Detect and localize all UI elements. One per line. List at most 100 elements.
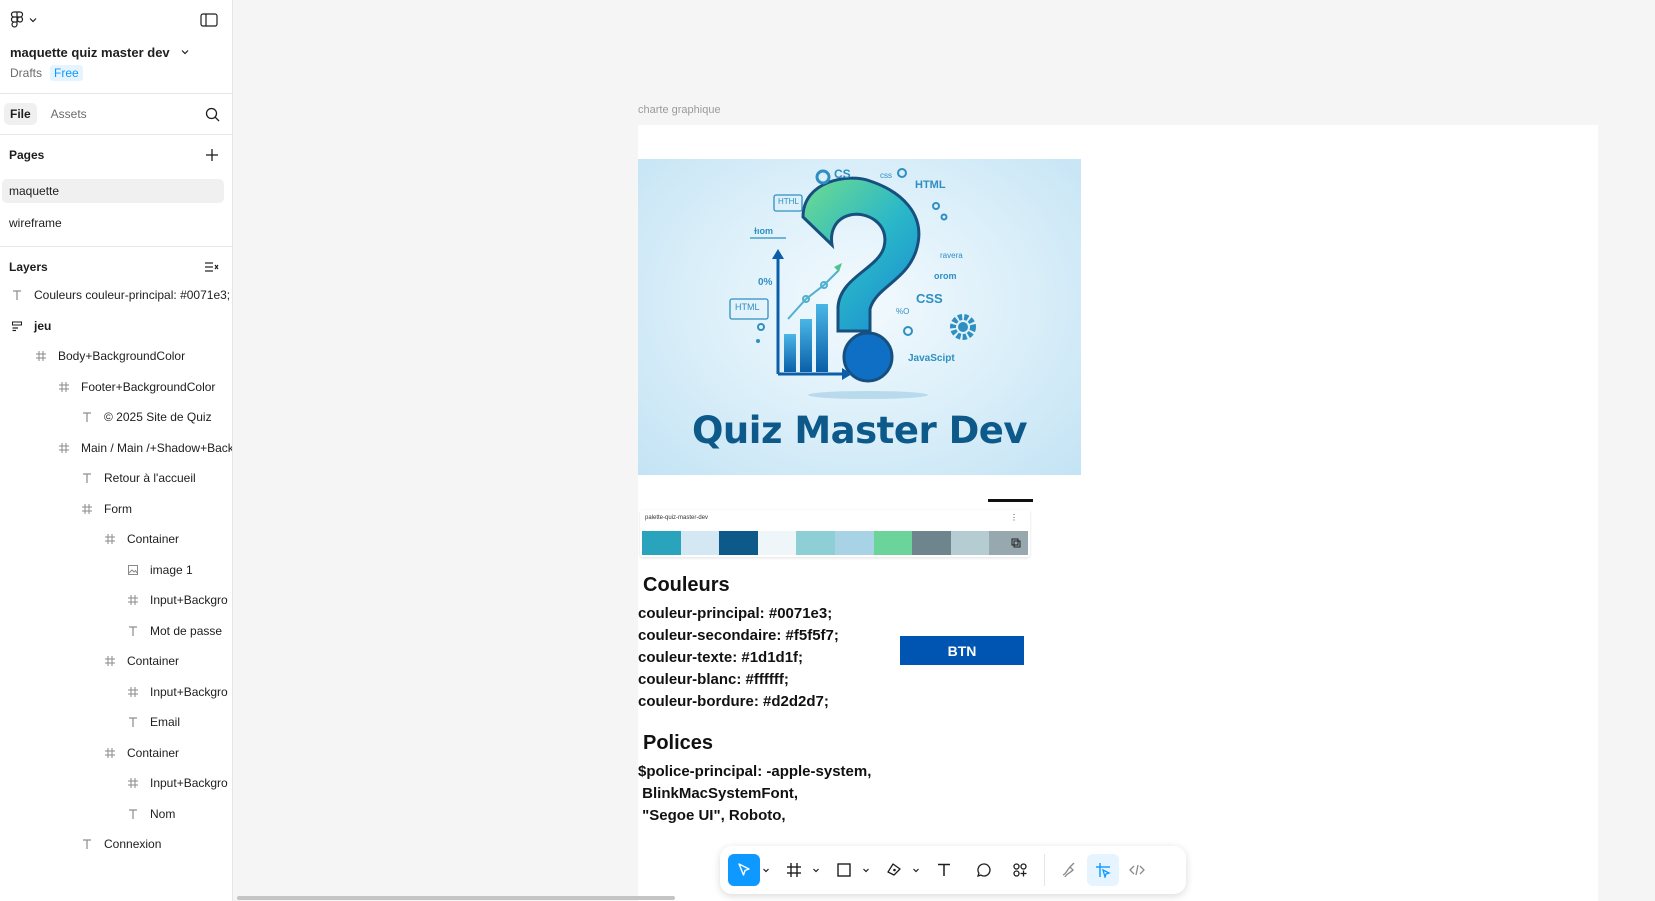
search-layers-button[interactable] [202,104,222,124]
shape-tool-button[interactable] [828,854,860,886]
layer-row[interactable]: Mot de passe [126,621,222,641]
add-page-button[interactable] [202,145,222,165]
copy-icon[interactable] [1011,538,1021,548]
page-item-label: maquette [9,184,60,198]
color-swatch[interactable] [912,531,951,555]
layer-row[interactable]: Input+Backgro [126,773,228,793]
layer-row[interactable]: Container [103,529,179,549]
file-title-row[interactable]: maquette quiz master dev [10,42,190,62]
police-line: "Segoe UI", Roboto, [638,807,786,824]
layer-label: Footer+BackgroundColor [81,380,216,394]
color-swatch[interactable] [796,531,835,555]
collapse-layers-button[interactable] [202,257,222,277]
color-swatch[interactable] [950,531,990,555]
toggle-sidebar-button[interactable] [198,10,220,30]
rectangle-icon [837,863,851,877]
layer-row[interactable]: Container [103,743,179,763]
layer-row[interactable]: Footer+BackgroundColor [57,377,215,397]
color-swatch[interactable] [680,531,720,555]
palette-card[interactable]: palette-quiz-master-dev ⋮ [640,510,1030,557]
frame-icon [103,532,117,546]
layer-row[interactable]: Body+BackgroundColor [34,346,185,366]
layer-row[interactable]: Form [80,499,132,519]
tab-assets[interactable]: Assets [45,103,93,125]
color-swatch[interactable] [873,531,913,555]
frame-tool-menu[interactable] [810,854,822,886]
hash-frame-icon [787,863,801,877]
tag-javascript: JavaScipt [908,353,955,364]
layer-label: Container [127,654,180,668]
comment-tool-button[interactable] [968,854,1000,886]
file-title: maquette quiz master dev [10,44,170,60]
color-swatch[interactable] [642,531,681,555]
layer-row[interactable]: Connexion [80,834,161,854]
text-tool-button[interactable] [928,854,960,886]
layer-label: Mot de passe [150,624,223,638]
file-location[interactable]: Drafts [10,66,42,80]
comment-icon [976,863,991,878]
frame-label[interactable]: charte graphique [638,104,721,116]
layer-row[interactable]: Main / Main /+Shadow+Backg [57,438,233,458]
text-icon [126,624,140,638]
layer-row[interactable]: Email [126,712,180,732]
layer-label: Main / Main /+Shadow+Backg [81,441,233,455]
frame-icon [126,593,140,607]
tab-file[interactable]: File [4,103,37,125]
layer-row[interactable]: Input+Backgro [126,682,228,702]
draw-mode-button[interactable] [1053,854,1085,886]
layer-row[interactable]: Couleurs couleur-principal: #0071e3; c [10,285,232,305]
frame-icon [126,776,140,790]
frame-icon [103,746,117,760]
page-item-wireframe[interactable]: wireframe [2,211,224,235]
color-swatch[interactable] [757,531,797,555]
chevron-down-icon [29,18,37,23]
shape-tool-menu[interactable] [860,854,872,886]
frame-tool-button[interactable] [778,854,810,886]
tag-css: CSS [916,291,943,306]
color-swatch[interactable] [719,531,758,555]
layer-row[interactable]: Input+Backgro [126,590,228,610]
layer-row[interactable]: Nom [126,804,175,824]
layer-label: Input+Backgro [150,685,228,699]
layer-label: Input+Backgro [150,593,228,607]
plus-icon [206,149,218,161]
charte-graphique-frame[interactable]: CS css HTML HTHL ɫıom 0% HTML ravera oro… [638,125,1598,901]
move-tool-button[interactable] [728,854,760,886]
page-item-maquette[interactable]: maquette [2,179,224,203]
plan-badge[interactable]: Free [50,65,83,81]
design-mode-button[interactable] [1087,854,1119,886]
tag-dom: ɫıom [754,226,773,236]
chevron-down-icon [813,868,819,873]
layer-row[interactable]: © 2025 Site de Quiz [80,407,212,427]
actions-tool-button[interactable] [1004,854,1036,886]
police-line: $police-principal: -apple-system, [638,763,872,780]
components-plus-icon [1013,863,1027,877]
layer-label: Container [127,746,180,760]
move-tool-menu[interactable] [760,854,772,886]
couleur-line: couleur-texte: #1d1d1f; [638,649,804,666]
code-icon [1129,864,1145,876]
layer-row[interactable]: Retour à l'accueil [80,468,196,488]
tag-percent: %O [896,307,910,316]
pen-tool-menu[interactable] [910,854,922,886]
tag-html-top: HTML [915,179,946,191]
color-swatch[interactable] [834,531,874,555]
tag-cs: CS [834,167,851,181]
layer-row[interactable]: Container [103,651,179,671]
layer-row[interactable]: image 1 [126,560,193,580]
horizontal-scrollbar[interactable] [237,896,675,900]
main-menu-button[interactable] [10,10,38,30]
btn-sample[interactable]: BTN [900,636,1024,665]
sidebar-icon [200,13,218,27]
pen-tool-button[interactable] [878,854,910,886]
layer-row[interactable]: jeu [10,316,51,336]
layer-label: image 1 [150,563,193,577]
banner-image[interactable]: CS css HTML HTHL ɫıom 0% HTML ravera oro… [638,159,1081,475]
text-icon [126,807,140,821]
chevron-down-icon [913,868,919,873]
color-swatch[interactable] [989,531,1028,555]
palette-menu-icon[interactable]: ⋮ [1010,513,1018,522]
design-canvas[interactable]: charte graphique CS css HTML HTHL ɫıom 0… [233,0,1655,901]
tag-html-box: HTML [735,302,760,312]
dev-mode-button[interactable] [1121,854,1153,886]
